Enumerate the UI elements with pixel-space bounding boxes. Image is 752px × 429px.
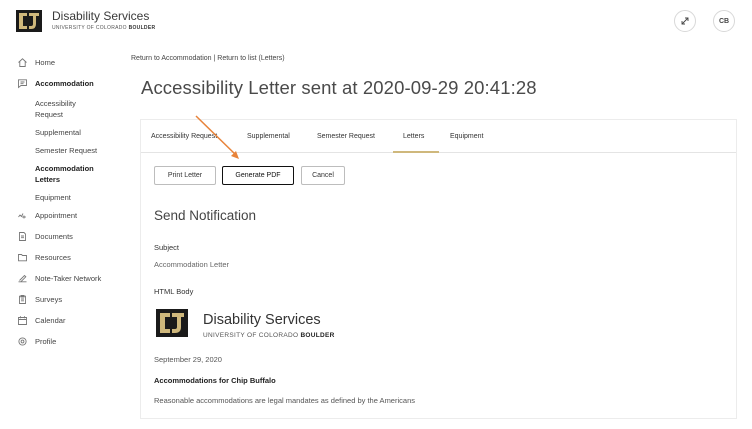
submenu-line: Supplemental	[35, 128, 81, 137]
body-brand-name: Disability Services	[203, 312, 321, 328]
print-letter-button[interactable]: Print Letter	[154, 166, 216, 185]
sidebar-item-label: Calendar	[35, 316, 66, 325]
home-icon	[18, 58, 27, 67]
body-brand-sub-plain: UNIVERSITY OF COLORADO	[203, 332, 299, 339]
document-icon	[19, 232, 26, 241]
submenu-line: Semester Request	[35, 146, 98, 155]
subject-value: Accommodation Letter	[154, 260, 230, 269]
page-title: Accessibility Letter sent at 2020-09-29 …	[141, 77, 537, 98]
brand-name: Disability Services	[52, 9, 150, 23]
sidebar-item-label: Accommodation	[35, 79, 94, 88]
annotation-arrow	[195, 115, 239, 159]
breadcrumb-link-accommodation[interactable]: Return to Accommodation	[131, 55, 212, 62]
user-avatar[interactable]: CB	[713, 10, 735, 32]
subject-label: Subject	[154, 243, 180, 252]
submenu-semester-request[interactable]: Semester Request	[0, 145, 135, 156]
sidebar-item-label: Documents	[35, 232, 73, 241]
sidebar-item-label: Note-Taker Network	[35, 274, 102, 283]
brand-sub-plain: UNIVERSITY OF COLORADO	[52, 25, 127, 31]
submenu-line: Accessibility	[35, 99, 76, 108]
generate-pdf-button[interactable]: Generate PDF	[222, 166, 294, 185]
accommodation-submenu: Accessibility Request Supplemental Semes…	[0, 98, 135, 203]
sidebar-nav: Home Accommodation Accessibility Request…	[0, 52, 135, 352]
sidebar-item-accommodation[interactable]: Accommodation	[0, 73, 135, 94]
link-tool-button[interactable]	[674, 10, 696, 32]
link-tool-icon	[681, 17, 689, 25]
calendar-icon	[18, 316, 27, 325]
clock-icon	[18, 213, 26, 219]
submenu-equipment[interactable]: Equipment	[0, 192, 135, 203]
sidebar-item-label: Home	[35, 58, 56, 67]
tab-equipment[interactable]: Equipment	[450, 133, 483, 140]
pencil-icon	[18, 274, 27, 283]
gear-icon	[18, 337, 27, 346]
active-tab-indicator	[393, 151, 439, 153]
tab-supplemental[interactable]: Supplemental	[247, 133, 290, 140]
submenu-line: Equipment	[35, 193, 71, 202]
tab-semester-request[interactable]: Semester Request	[317, 133, 375, 140]
letter-paragraph: Reasonable accommodations are legal mand…	[154, 396, 415, 405]
cu-body-logo-icon	[156, 309, 188, 337]
tab-letters[interactable]: Letters	[403, 133, 424, 140]
submenu-line: Accommodation	[35, 164, 94, 173]
submenu-line: Request	[35, 110, 63, 119]
letter-card: Accessibility Request Supplemental Semes…	[140, 119, 737, 419]
html-body-label: HTML Body	[154, 287, 194, 296]
sidebar-item-surveys[interactable]: Surveys	[0, 289, 135, 310]
sidebar-item-resources[interactable]: Resources	[0, 247, 135, 268]
clipboard-icon	[19, 295, 26, 304]
submenu-supplemental[interactable]: Supplemental	[0, 127, 135, 138]
sidebar-item-label: Surveys	[35, 295, 63, 304]
sidebar-item-home[interactable]: Home	[0, 52, 135, 73]
breadcrumb-link-letters[interactable]: Return to list (Letters)	[217, 55, 284, 62]
app-header: Disability Services UNIVERSITY OF COLORA…	[0, 0, 752, 42]
brand-subtitle: UNIVERSITY OF COLORADO BOULDER	[52, 25, 155, 31]
letter-date: September 29, 2020	[154, 355, 222, 364]
cu-logo-icon[interactable]	[14, 7, 44, 35]
body-brand-sub-bold: BOULDER	[300, 332, 335, 339]
submenu-line: Letters	[35, 175, 61, 184]
sidebar-item-label: Profile	[35, 337, 57, 346]
sidebar-item-documents[interactable]: Documents	[0, 226, 135, 247]
sidebar-item-profile[interactable]: Profile	[0, 331, 135, 352]
sidebar-item-calendar[interactable]: Calendar	[0, 310, 135, 331]
sidebar-item-label: Appointment	[35, 211, 78, 220]
breadcrumb: Return to Accommodation | Return to list…	[131, 55, 285, 62]
body-brand-subtitle: UNIVERSITY OF COLORADO BOULDER	[203, 332, 335, 339]
letter-heading: Accommodations for Chip Buffalo	[154, 376, 276, 385]
sidebar-item-label: Resources	[35, 253, 71, 262]
sidebar-item-appointment[interactable]: Appointment	[0, 205, 135, 226]
submenu-accommodation-letters[interactable]: Accommodation Letters	[0, 163, 135, 185]
cancel-button[interactable]: Cancel	[301, 166, 345, 185]
folder-icon	[18, 254, 27, 262]
sidebar-item-note-taker-network[interactable]: Note-Taker Network	[0, 268, 135, 289]
chat-icon	[18, 79, 27, 89]
brand-sub-bold: BOULDER	[128, 25, 156, 31]
send-notification-title: Send Notification	[154, 208, 257, 223]
submenu-accessibility-request[interactable]: Accessibility Request	[0, 98, 135, 120]
